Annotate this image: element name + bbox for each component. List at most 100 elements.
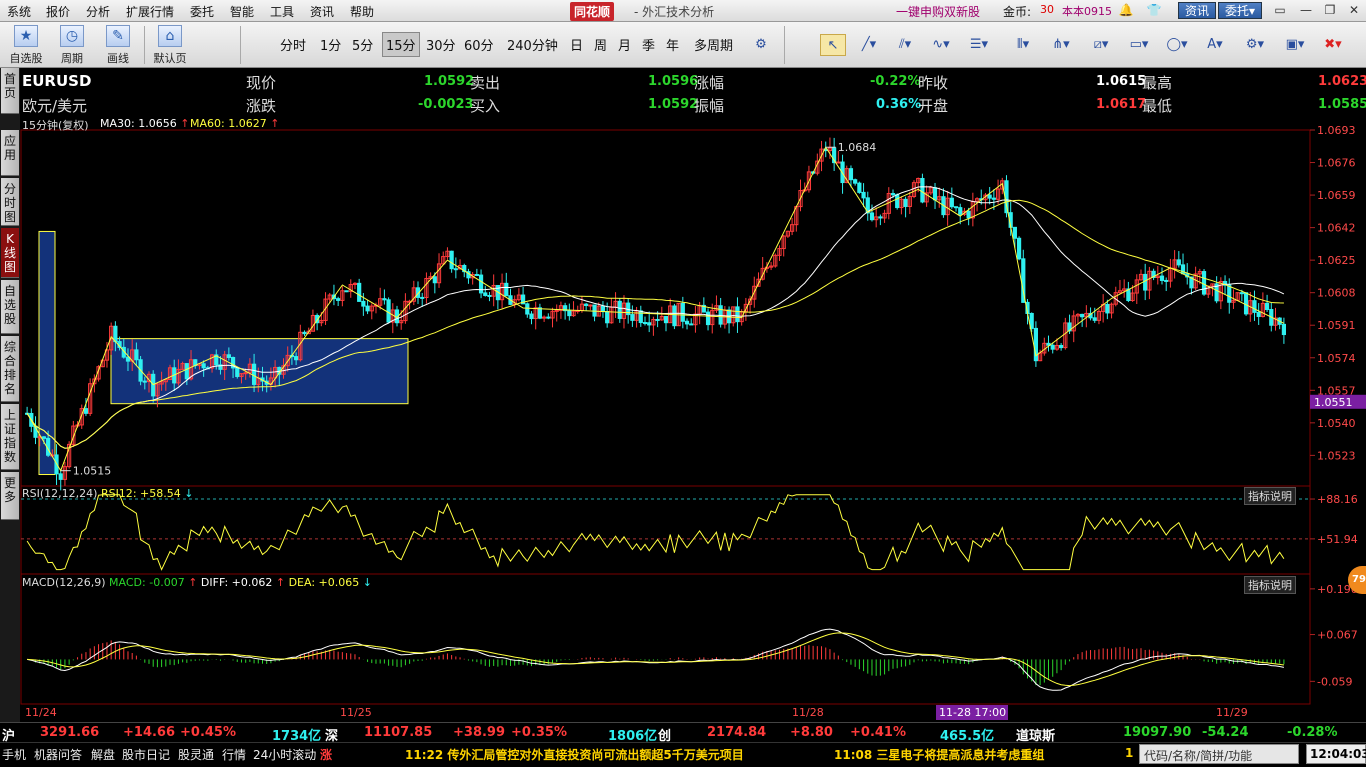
period-timeshare[interactable]: 分时 — [280, 35, 306, 54]
close-button[interactable]: ✕ — [1344, 2, 1364, 19]
period-15min[interactable]: 15分 — [382, 32, 420, 57]
menu-analysis[interactable]: 分析 — [86, 3, 110, 20]
period-day[interactable]: 日 — [570, 35, 583, 54]
gear-icon[interactable]: ⚙ — [748, 34, 774, 56]
candle-body — [302, 331, 307, 335]
vtab-kline[interactable]: K线图 — [1, 228, 19, 278]
menu-trade[interactable]: 委托 — [190, 3, 214, 20]
rectangle-icon[interactable]: ▭▾ — [1126, 34, 1152, 56]
candle-body — [184, 363, 189, 380]
channel-icon[interactable]: ⧄▾ — [1088, 34, 1114, 56]
period-month[interactable]: 月 — [618, 35, 631, 54]
search-input[interactable]: 代码/名称/简拼/功能 — [1139, 744, 1299, 764]
period-5min[interactable]: 5分 — [352, 35, 373, 54]
candle-body — [336, 298, 341, 301]
ellipse-icon[interactable]: ◯▾ — [1164, 34, 1190, 56]
candle-body — [647, 322, 652, 326]
ticker-item: 3291.66 — [40, 725, 100, 740]
period-quarter[interactable]: 季 — [642, 35, 655, 54]
menu-news[interactable]: 资讯 — [310, 3, 334, 20]
candle-body — [226, 354, 231, 358]
candle-body — [592, 304, 597, 317]
candle-body — [529, 313, 534, 320]
menu-bar: 系统 报价 分析 扩展行情 委托 智能 工具 资讯 帮助 同花顺 - 外汇技术分… — [0, 0, 1366, 22]
candle-body — [432, 276, 437, 284]
text-tool-icon[interactable]: A▾ — [1202, 34, 1228, 56]
ipo-link[interactable]: 一键申购双新股 — [896, 3, 980, 20]
period-multi[interactable]: 多周期 — [694, 35, 733, 54]
menu-system[interactable]: 系统 — [7, 3, 31, 20]
delete-drawing-icon[interactable]: ✖▾ — [1320, 34, 1346, 56]
candle-body — [903, 198, 908, 207]
rsi-title: RSI(12,12,24) — [22, 487, 98, 500]
vtab-apps[interactable]: 应用 — [1, 130, 19, 176]
tab-24h[interactable]: 24小时滚动 — [253, 746, 316, 763]
bell-icon[interactable]: 🔔 — [1118, 3, 1134, 18]
value-high: 1.0623 — [1318, 74, 1366, 89]
label-open: 开盘 — [918, 97, 949, 115]
candle-body — [134, 349, 139, 361]
arrow-up-icon: ↑ — [270, 117, 280, 130]
maximize-button[interactable]: ❐ — [1320, 2, 1340, 19]
vtab-sh-index[interactable]: 上证指数 — [1, 404, 19, 470]
period-30min[interactable]: 30分 — [426, 35, 456, 54]
candle-body — [294, 356, 299, 361]
vtab-timeshare[interactable]: 分时图 — [1, 178, 19, 226]
chart-canvas[interactable]: 1.0693 1.0676 1.0659 1.0642 1.0625 1.0608 1.05… — [20, 116, 1366, 722]
candle-body — [600, 305, 606, 313]
vtab-watchlist[interactable]: 自选股 — [1, 280, 19, 334]
news-button[interactable]: 资讯 — [1178, 2, 1217, 19]
parallel-line-icon[interactable]: ⫽▾ — [892, 34, 918, 56]
fibonacci-icon[interactable]: ☰▾ — [966, 34, 992, 56]
menu-quote[interactable]: 报价 — [46, 3, 70, 20]
main-pane-frame — [20, 129, 1311, 487]
vtab-more[interactable]: 更多 — [1, 472, 19, 520]
period-year[interactable]: 年 — [666, 35, 679, 54]
arrow-up-icon: ↑ — [275, 576, 286, 589]
tab-mobile[interactable]: 手机 — [2, 746, 26, 763]
settings-icon[interactable]: ⚙▾ — [1242, 34, 1268, 56]
bars-icon[interactable]: ⦀▾ — [1010, 34, 1036, 56]
rsi-help-button[interactable]: 指标说明 — [1244, 487, 1296, 505]
candle-body — [920, 177, 925, 203]
line-tool-icon[interactable]: ╱▾ — [856, 34, 882, 56]
toolbar-draw-button[interactable]: ✎ 画线 — [98, 25, 138, 65]
wave-line-icon[interactable]: ∿▾ — [928, 34, 954, 56]
candle-body — [630, 314, 635, 321]
toolbar-separator — [784, 26, 785, 64]
vtab-ranking[interactable]: 综合排名 — [1, 336, 19, 402]
home-icon: ⌂ — [158, 25, 182, 47]
news-item[interactable]: 1 — [1125, 746, 1133, 760]
toolbar-default-page-label: 默认页 — [153, 52, 187, 65]
tab-qa[interactable]: 机器问答 — [34, 746, 82, 763]
menu-smart[interactable]: 智能 — [230, 3, 254, 20]
tab-analysis[interactable]: 解盘 — [91, 746, 115, 763]
menu-tools[interactable]: 工具 — [270, 3, 294, 20]
period-week[interactable]: 周 — [594, 35, 607, 54]
period-1min[interactable]: 1分 — [320, 35, 341, 54]
period-240min[interactable]: 240分钟 — [507, 35, 558, 54]
macd-help-button[interactable]: 指标说明 — [1244, 576, 1296, 594]
news-item[interactable]: 11:08 三星电子将提高派息并考虑重组 — [834, 746, 1044, 763]
left-vertical-tabs: 首页 应用 分时图 K线图 自选股 综合排名 上证指数 更多 — [0, 68, 20, 742]
pitchfork-icon[interactable]: ⋔▾ — [1048, 34, 1074, 56]
tab-market[interactable]: 行情 — [222, 746, 246, 763]
news-item[interactable]: 11:22 传外汇局管控对外直接投资尚可流出额超5千万美元项目 — [405, 746, 744, 763]
kline-chart-area[interactable]: 1.0693 1.0676 1.0659 1.0642 1.0625 1.0608 1.05… — [20, 116, 1366, 722]
toolbar-period-button[interactable]: ◷ 周期 — [52, 25, 92, 65]
menu-extended-market[interactable]: 扩展行情 — [126, 3, 174, 20]
period-60min[interactable]: 60分 — [464, 35, 494, 54]
save-drawing-icon[interactable]: ▣▾ — [1282, 34, 1308, 56]
skin-icon[interactable]: ▭ — [1270, 2, 1290, 19]
cursor-icon[interactable]: ↖ — [820, 34, 846, 56]
trade-button[interactable]: 委托▾ — [1218, 2, 1263, 19]
candle-body — [1243, 292, 1249, 315]
toolbar-watchlist-button[interactable]: ★ 自选股 — [6, 25, 46, 65]
toolbar-default-page-button[interactable]: ⌂ 默认页 — [150, 25, 190, 65]
menu-help[interactable]: 帮助 — [350, 3, 374, 20]
vtab-home[interactable]: 首页 — [1, 68, 19, 114]
tab-diary[interactable]: 股市日记 — [122, 746, 170, 763]
shirt-icon[interactable]: 👕 — [1146, 3, 1162, 18]
minimize-button[interactable]: — — [1296, 2, 1316, 19]
tab-stockinfo[interactable]: 股灵通 — [178, 746, 214, 763]
